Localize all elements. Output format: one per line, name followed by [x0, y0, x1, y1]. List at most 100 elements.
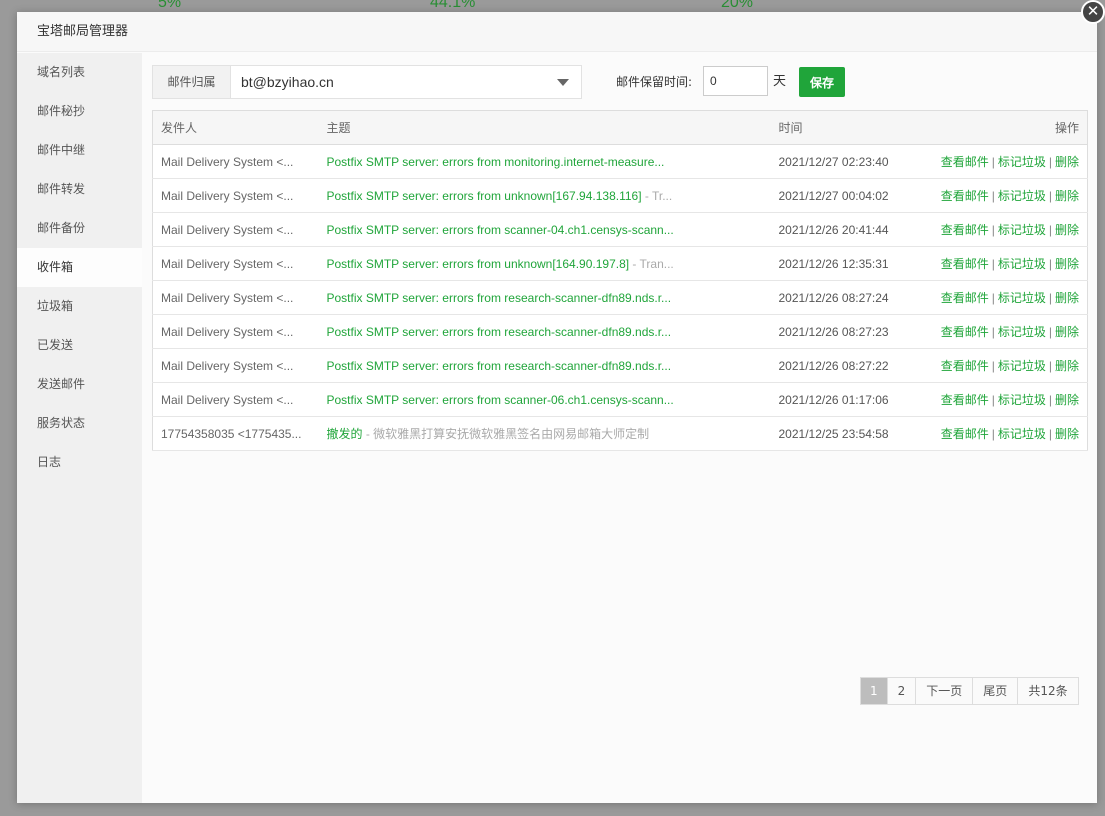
- retention-days-input[interactable]: [703, 66, 768, 96]
- last-page-button[interactable]: 尾页: [973, 678, 1019, 704]
- mark-spam-link[interactable]: 标记垃圾: [998, 325, 1046, 339]
- mark-spam-link[interactable]: 标记垃圾: [998, 291, 1046, 305]
- table-row[interactable]: Mail Delivery System <... Postfix SMTP se…: [152, 280, 1088, 315]
- sender-cell: Mail Delivery System <...: [152, 382, 319, 417]
- separator: |: [1048, 393, 1052, 407]
- mark-spam-link[interactable]: 标记垃圾: [998, 223, 1046, 237]
- table-row[interactable]: Mail Delivery System <... Postfix SMTP se…: [152, 178, 1088, 213]
- bg-stat: 44.1%: [430, 0, 476, 11]
- page-button[interactable]: 1: [861, 678, 888, 704]
- subject-link[interactable]: Postfix SMTP server: errors from scanner…: [327, 223, 674, 237]
- subject-cell: Postfix SMTP server: errors from researc…: [318, 280, 771, 315]
- column-header-time: 时间: [770, 110, 921, 145]
- delete-link[interactable]: 删除: [1055, 291, 1079, 305]
- subject-link[interactable]: Postfix SMTP server: errors from researc…: [327, 359, 672, 373]
- table-row[interactable]: Mail Delivery System <... Postfix SMTP se…: [152, 314, 1088, 349]
- view-mail-link[interactable]: 查看邮件: [941, 189, 989, 203]
- mark-spam-link[interactable]: 标记垃圾: [998, 189, 1046, 203]
- time-cell: 2021/12/26 08:27:22: [770, 348, 921, 383]
- view-mail-link[interactable]: 查看邮件: [941, 291, 989, 305]
- subject-link[interactable]: 撤发的: [327, 427, 363, 441]
- time-cell: 2021/12/26 20:41:44: [770, 212, 921, 247]
- mark-spam-link[interactable]: 标记垃圾: [998, 257, 1046, 271]
- sidebar-item[interactable]: 发送邮件: [17, 365, 142, 404]
- page-button[interactable]: 2: [887, 678, 917, 704]
- subject-link[interactable]: Postfix SMTP server: errors from researc…: [327, 325, 672, 339]
- delete-link[interactable]: 删除: [1055, 257, 1079, 271]
- chevron-down-icon[interactable]: [557, 79, 569, 86]
- column-header-ops: 操作: [920, 110, 1088, 145]
- ops-cell: 查看邮件 | 标记垃圾 | 删除: [920, 212, 1088, 247]
- ops-cell: 查看邮件 | 标记垃圾 | 删除: [920, 416, 1088, 451]
- column-header-subject: 主题: [318, 110, 771, 145]
- view-mail-link[interactable]: 查看邮件: [941, 257, 989, 271]
- sender-cell: Mail Delivery System <...: [152, 212, 319, 247]
- close-icon[interactable]: ✕: [1081, 0, 1105, 24]
- sidebar-item[interactable]: 域名列表: [17, 53, 142, 92]
- separator: |: [1048, 359, 1052, 373]
- pagination: 1 2 下一页 尾页 共12条: [860, 677, 1079, 705]
- sender-cell: Mail Delivery System <...: [152, 246, 319, 281]
- subject-preview: - 微软雅黑打算安抚微软雅黑签名由网易邮箱大师定制: [362, 427, 650, 441]
- subject-link[interactable]: Postfix SMTP server: errors from researc…: [327, 291, 672, 305]
- sidebar-item[interactable]: 日志: [17, 443, 142, 482]
- toolbar: 邮件归属 bt@bzyihao.cn 邮件保留时间: 天 保存: [152, 65, 1087, 99]
- sidebar-item[interactable]: 邮件中继: [17, 131, 142, 170]
- table-row[interactable]: Mail Delivery System <... Postfix SMTP se…: [152, 144, 1088, 179]
- view-mail-link[interactable]: 查看邮件: [941, 359, 989, 373]
- delete-link[interactable]: 删除: [1055, 325, 1079, 339]
- separator: |: [1048, 291, 1052, 305]
- sidebar-item[interactable]: 邮件备份: [17, 209, 142, 248]
- next-page-button[interactable]: 下一页: [916, 678, 974, 704]
- delete-link[interactable]: 删除: [1055, 427, 1079, 441]
- sidebar-item[interactable]: 邮件秘抄: [17, 92, 142, 131]
- sidebar-item[interactable]: 邮件转发: [17, 170, 142, 209]
- separator: |: [991, 291, 995, 305]
- delete-link[interactable]: 删除: [1055, 223, 1079, 237]
- ops-cell: 查看邮件 | 标记垃圾 | 删除: [920, 144, 1088, 179]
- delete-link[interactable]: 删除: [1055, 189, 1079, 203]
- table-row[interactable]: Mail Delivery System <... Postfix SMTP se…: [152, 212, 1088, 247]
- separator: |: [991, 189, 995, 203]
- table-row[interactable]: Mail Delivery System <... Postfix SMTP se…: [152, 348, 1088, 383]
- table-header-row: 发件人 主题 时间 操作: [152, 110, 1088, 145]
- table-row[interactable]: Mail Delivery System <... Postfix SMTP se…: [152, 246, 1088, 281]
- table-row[interactable]: Mail Delivery System <... Postfix SMTP se…: [152, 382, 1088, 417]
- delete-link[interactable]: 删除: [1055, 155, 1079, 169]
- delete-link[interactable]: 删除: [1055, 359, 1079, 373]
- sidebar-item[interactable]: 已发送: [17, 326, 142, 365]
- delete-link[interactable]: 删除: [1055, 393, 1079, 407]
- sidebar-item[interactable]: 收件箱: [17, 248, 142, 287]
- separator: |: [1048, 427, 1052, 441]
- subject-link[interactable]: Postfix SMTP server: errors from scanner…: [327, 393, 674, 407]
- mark-spam-link[interactable]: 标记垃圾: [998, 155, 1046, 169]
- table-row[interactable]: 17754358035 <1775435... 撤发的 - 微软雅黑打算安抚微软雅…: [152, 416, 1088, 451]
- retention-label: 邮件保留时间:: [616, 75, 693, 89]
- sender-cell: Mail Delivery System <...: [152, 144, 319, 179]
- mail-manager-modal: 宝塔邮局管理器 域名列表 邮件秘抄 邮件中继 邮件转发 邮件备份 收件箱 垃圾箱 已发送 发送邮…: [17, 0, 1105, 803]
- sidebar-item[interactable]: 服务状态: [17, 404, 142, 443]
- subject-link[interactable]: Postfix SMTP server: errors from monitor…: [327, 155, 665, 169]
- bg-stat: 20%: [721, 0, 754, 11]
- subject-link[interactable]: Postfix SMTP server: errors from unknown…: [327, 189, 642, 203]
- view-mail-link[interactable]: 查看邮件: [941, 427, 989, 441]
- mark-spam-link[interactable]: 标记垃圾: [998, 359, 1046, 373]
- mark-spam-link[interactable]: 标记垃圾: [998, 427, 1046, 441]
- view-mail-link[interactable]: 查看邮件: [941, 223, 989, 237]
- view-mail-link[interactable]: 查看邮件: [941, 155, 989, 169]
- sender-cell: Mail Delivery System <...: [152, 178, 319, 213]
- subject-cell: Postfix SMTP server: errors from scanner…: [318, 212, 771, 247]
- subject-cell: Postfix SMTP server: errors from unknown…: [318, 246, 771, 281]
- retention-unit: 天: [773, 74, 787, 89]
- domain-select-value[interactable]: bt@bzyihao.cn: [231, 66, 581, 98]
- save-button[interactable]: 保存: [799, 67, 845, 97]
- view-mail-link[interactable]: 查看邮件: [941, 393, 989, 407]
- ops-cell: 查看邮件 | 标记垃圾 | 删除: [920, 382, 1088, 417]
- mark-spam-link[interactable]: 标记垃圾: [998, 393, 1046, 407]
- sidebar-item[interactable]: 垃圾箱: [17, 287, 142, 326]
- view-mail-link[interactable]: 查看邮件: [941, 325, 989, 339]
- domain-select[interactable]: 邮件归属 bt@bzyihao.cn: [152, 65, 582, 99]
- subject-link[interactable]: Postfix SMTP server: errors from unknown…: [327, 257, 630, 271]
- total-count: 共12条: [1018, 678, 1078, 704]
- separator: |: [1048, 223, 1052, 237]
